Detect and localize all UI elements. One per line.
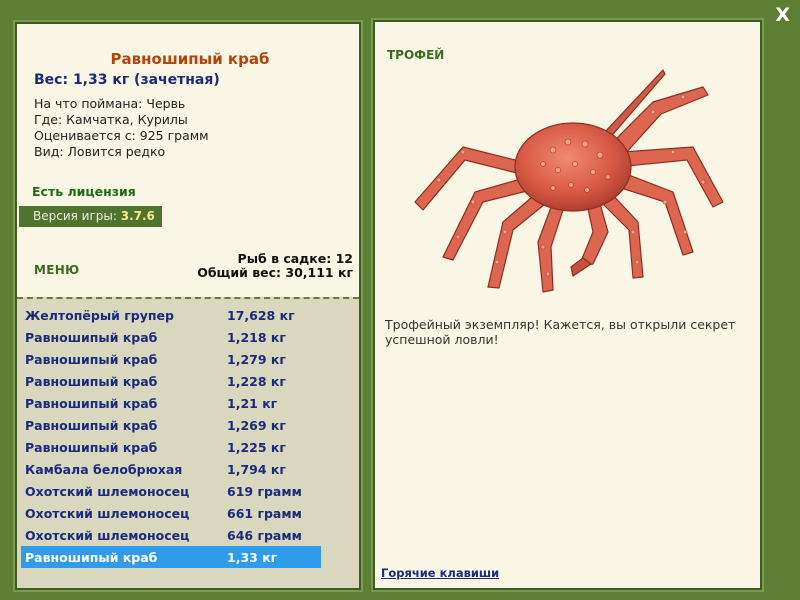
list-item-name: Охотский шлемоносец — [25, 506, 190, 521]
catch-list: Желтопёрый групер 17,628 кг Равношипый к… — [17, 297, 359, 588]
info-location: Где: Камчатка, Курилы — [34, 112, 188, 127]
version-value: 3.7.6 — [120, 209, 155, 223]
trophy-panel: ТРОФЕЙ Трофейный экземпляр! Кажется, вы … — [373, 20, 762, 590]
list-item-weight: 1,228 кг — [227, 374, 286, 389]
close-button[interactable]: X — [775, 4, 790, 26]
list-item-weight: 1,225 кг — [227, 440, 286, 455]
list-item[interactable]: Охотский шлемоносец 661 грамм — [21, 502, 321, 524]
list-item[interactable]: Равношипый краб 1,21 кг — [21, 392, 321, 414]
list-item[interactable]: Желтопёрый групер 17,628 кг — [21, 304, 321, 326]
list-item-name: Равношипый краб — [25, 440, 158, 455]
fish-title: Равношипый краб — [110, 50, 270, 68]
list-item-weight: 619 грамм — [227, 484, 302, 499]
fish-info-panel: Равношипый краб Вес: 1,33 кг (зачетная) … — [15, 22, 361, 590]
info-valued-from: Оценивается с: 925 грамм — [34, 128, 209, 143]
fish-weight: Вес: 1,33 кг (зачетная) — [34, 72, 220, 88]
list-item-selected[interactable]: Равношипый краб 1,33 кг — [21, 546, 321, 568]
list-item-name: Камбала белобрюхая — [25, 462, 183, 477]
license-status: Есть лицензия — [32, 184, 136, 199]
menu-button[interactable]: МЕНЮ — [34, 263, 79, 277]
list-item[interactable]: Равношипый краб 1,225 кг — [21, 436, 321, 458]
list-item-weight: 1,269 кг — [227, 418, 286, 433]
list-item-name: Равношипый краб — [25, 330, 158, 345]
list-item[interactable]: Охотский шлемоносец 646 грамм — [21, 524, 321, 546]
list-item-name: Охотский шлемоносец — [25, 484, 190, 499]
list-item-name: Равношипый краб — [25, 396, 158, 411]
version-prefix: Версия игры: — [33, 209, 121, 223]
list-item-name: Равношипый краб — [25, 374, 158, 389]
list-item[interactable]: Охотский шлемоносец 619 грамм — [21, 480, 321, 502]
list-item-weight: 1,794 кг — [227, 462, 286, 477]
cage-stats: Рыб в садке: 12 Общий вес: 30,111 кг — [197, 252, 353, 280]
version-bar: Версия игры: 3.7.6 — [19, 206, 162, 227]
list-item-weight: 1,279 кг — [227, 352, 286, 367]
list-item-name: Равношипый краб — [25, 352, 158, 367]
list-item-weight: 1,33 кг — [227, 550, 278, 565]
cage-total-weight: Общий вес: 30,111 кг — [197, 265, 353, 280]
list-item-name: Желтопёрый групер — [25, 308, 174, 323]
list-item-weight: 17,628 кг — [227, 308, 295, 323]
list-item-name: Охотский шлемоносец — [25, 528, 190, 543]
list-item[interactable]: Равношипый краб 1,269 кг — [21, 414, 321, 436]
list-item-name: Равношипый краб — [25, 418, 158, 433]
cage-count: Рыб в садке: 12 — [237, 251, 353, 266]
list-item-weight: 1,218 кг — [227, 330, 286, 345]
info-bait: На что поймана: Червь — [34, 96, 186, 111]
list-item[interactable]: Равношипый краб 1,279 кг — [21, 348, 321, 370]
list-item[interactable]: Камбала белобрюхая 1,794 кг — [21, 458, 321, 480]
list-item-weight: 1,21 кг — [227, 396, 278, 411]
list-item-weight: 646 грамм — [227, 528, 302, 543]
list-item-name: Равношипый краб — [25, 550, 158, 565]
list-item[interactable]: Равношипый краб 1,228 кг — [21, 370, 321, 392]
hotkeys-link[interactable]: Горячие клавиши — [381, 566, 499, 580]
list-item-weight: 661 грамм — [227, 506, 302, 521]
list-item[interactable]: Равношипый краб 1,218 кг — [21, 326, 321, 348]
info-rarity: Вид: Ловится редко — [34, 144, 166, 159]
trophy-description: Трофейный экземпляр! Кажется, вы открыли… — [385, 317, 736, 347]
king-crab-image — [414, 69, 724, 293]
